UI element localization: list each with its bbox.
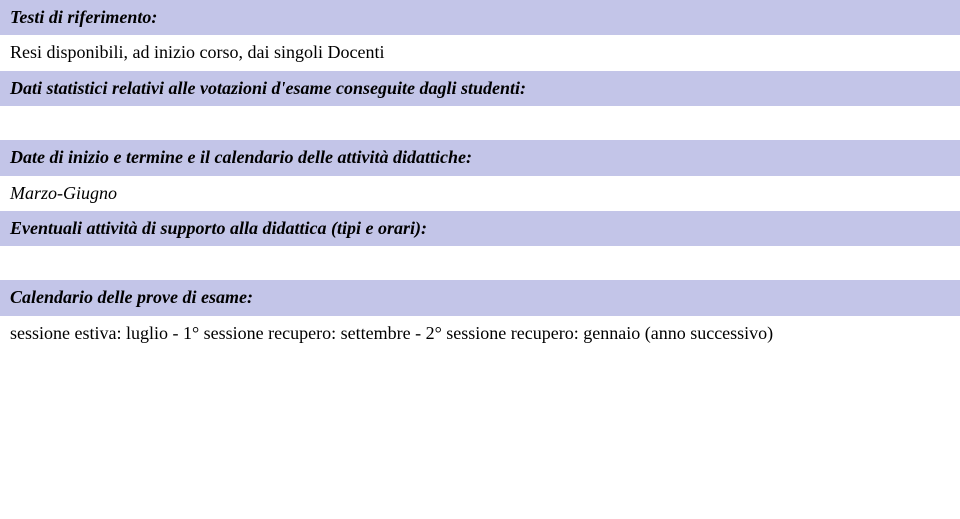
heading-date: Date di inizio e termine e il calendario… [0, 140, 960, 175]
row-heading-calendario: Calendario delle prove di esame: [0, 280, 960, 315]
text-marzo: Marzo-Giugno [0, 176, 960, 211]
empty-cell-1 [0, 106, 960, 140]
row-heading-eventuali: Eventuali attività di supporto alla dida… [0, 211, 960, 246]
row-empty-1 [0, 106, 960, 140]
row-text-resi: Resi disponibili, ad inizio corso, dai s… [0, 35, 960, 70]
document-table: Testi di riferimento: Resi disponibili, … [0, 0, 960, 350]
text-sessione: sessione estiva: luglio - 1° sessione re… [0, 316, 960, 350]
row-heading-dati: Dati statistici relativi alle votazioni … [0, 71, 960, 106]
row-empty-2 [0, 246, 960, 280]
row-heading-testi: Testi di riferimento: [0, 0, 960, 35]
heading-calendario: Calendario delle prove di esame: [0, 280, 960, 315]
heading-eventuali: Eventuali attività di supporto alla dida… [0, 211, 960, 246]
empty-cell-2 [0, 246, 960, 280]
row-text-marzo: Marzo-Giugno [0, 176, 960, 211]
text-resi: Resi disponibili, ad inizio corso, dai s… [0, 35, 960, 70]
row-text-sessione: sessione estiva: luglio - 1° sessione re… [0, 316, 960, 350]
heading-testi: Testi di riferimento: [0, 0, 960, 35]
heading-dati: Dati statistici relativi alle votazioni … [0, 71, 960, 106]
row-heading-date: Date di inizio e termine e il calendario… [0, 140, 960, 175]
